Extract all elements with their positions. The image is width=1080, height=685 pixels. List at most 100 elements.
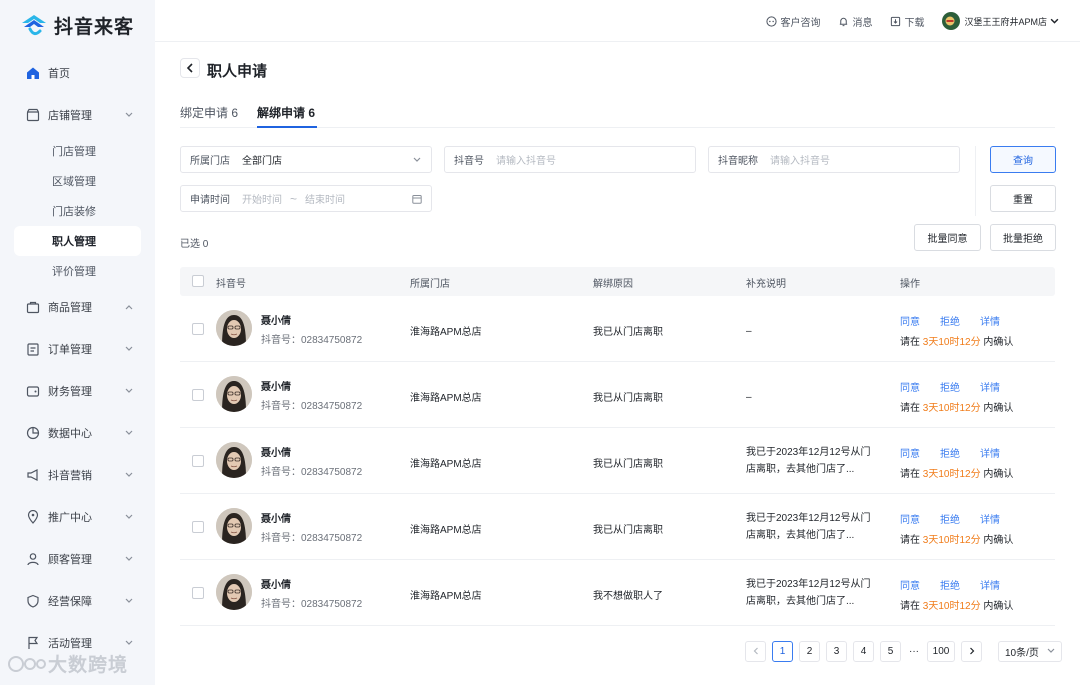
page-2-button[interactable]: 2 (799, 640, 820, 662)
chevron-down-icon (125, 109, 133, 121)
tab-bind-requests[interactable]: 绑定申请 6 (180, 104, 238, 121)
deadline-suffix: 内确认 (983, 535, 1014, 546)
nav-protection[interactable]: 经营保障 (14, 580, 141, 622)
nav-sub-store[interactable]: 门店管理 (14, 136, 141, 166)
nav-goods[interactable]: 商品管理 (14, 286, 141, 328)
detail-link[interactable]: 详情 (980, 317, 1000, 328)
nav-goods-label: 商品管理 (48, 302, 92, 314)
prev-page-button[interactable] (745, 640, 766, 662)
agree-link[interactable]: 同意 (900, 317, 920, 328)
detail-link[interactable]: 详情 (980, 449, 1000, 460)
reject-link[interactable]: 拒绝 (940, 449, 960, 460)
nickname-field[interactable]: 抖音昵称 请输入抖音号 (708, 146, 960, 173)
nav-sub-decor[interactable]: 门店装修 (14, 196, 141, 226)
nav-promotion[interactable]: 推广中心 (14, 496, 141, 538)
nav-customers-label: 顾客管理 (48, 554, 92, 566)
user-name: 聂小倩 (261, 382, 291, 393)
deadline-prefix: 请在 (900, 469, 920, 480)
topbar: 客户咨询 消息 下载 汉堡王王府井APM店 (155, 0, 1080, 42)
detail-link[interactable]: 详情 (980, 383, 1000, 394)
date-end-input[interactable]: 结束时间 (305, 191, 345, 206)
store-select-label: 所属门店 (190, 156, 230, 167)
nav-finance[interactable]: 财务管理 (14, 370, 141, 412)
nav-sub-staff[interactable]: 职人管理 (14, 226, 141, 256)
row-checkbox[interactable] (192, 323, 204, 335)
deadline-suffix: 内确认 (983, 601, 1014, 612)
page-4-button[interactable]: 4 (853, 640, 874, 662)
reject-link[interactable]: 拒绝 (940, 515, 960, 526)
agree-link[interactable]: 同意 (900, 383, 920, 394)
reset-button[interactable]: 重置 (990, 185, 1056, 212)
row-checkbox[interactable] (192, 455, 204, 467)
agree-link[interactable]: 同意 (900, 449, 920, 460)
row-checkbox[interactable] (192, 587, 204, 599)
tab-unbind-requests[interactable]: 解绑申请 6 (257, 104, 315, 121)
customer-service-button[interactable]: 客户咨询 (766, 14, 820, 29)
page-3-button[interactable]: 3 (826, 640, 847, 662)
deadline-suffix: 内确认 (983, 403, 1014, 414)
col-store: 所属门店 (410, 279, 450, 290)
reject-link[interactable]: 拒绝 (940, 383, 960, 394)
nav-sub-review[interactable]: 评价管理 (14, 256, 141, 286)
back-button[interactable] (180, 58, 200, 78)
avatar (216, 376, 252, 412)
nav-customers[interactable]: 顾客管理 (14, 538, 141, 580)
nav-orders[interactable]: 订单管理 (14, 328, 141, 370)
deadline-prefix: 请在 (900, 535, 920, 546)
messages-button[interactable]: 消息 (838, 14, 872, 29)
deadline-time: 3天10时12分 (922, 403, 981, 414)
filter-divider (975, 146, 976, 216)
date-range-picker[interactable]: 申请时间 开始时间 ~ 结束时间 (180, 185, 432, 212)
store-switcher[interactable]: 汉堡王王府井APM店 (942, 12, 1062, 30)
nav-store-mgmt[interactable]: 店铺管理 (14, 94, 141, 136)
chevron-up-icon (125, 301, 133, 313)
agree-link[interactable]: 同意 (900, 515, 920, 526)
query-button[interactable]: 查询 (990, 146, 1056, 173)
agree-link[interactable]: 同意 (900, 581, 920, 592)
store-icon (26, 108, 40, 122)
chevron-down-icon (1050, 18, 1059, 24)
batch-reject-button[interactable]: 批量拒绝 (990, 224, 1056, 251)
page-last-button[interactable]: 100 (927, 640, 955, 662)
nav-data[interactable]: 数据中心 (14, 412, 141, 454)
douyin-id-input[interactable]: 请输入抖音号 (496, 152, 556, 167)
user-douyin-id: 抖音号：02834750872 (261, 401, 363, 412)
nav-home[interactable]: 首页 (14, 52, 141, 94)
douyin-id-field[interactable]: 抖音号 请输入抖音号 (444, 146, 696, 173)
deadline-time: 3天10时12分 (922, 601, 981, 612)
brand-logo[interactable]: 抖音来客 (18, 10, 134, 40)
nickname-input[interactable]: 请输入抖音号 (770, 152, 830, 167)
col-note: 补充说明 (746, 279, 786, 290)
chevron-down-icon (413, 157, 421, 162)
page-1-button[interactable]: 1 (772, 640, 793, 662)
page-5-button[interactable]: 5 (880, 640, 901, 662)
calendar-icon (412, 195, 422, 204)
nav-marketing[interactable]: 抖音营销 (14, 454, 141, 496)
bell-icon (840, 17, 848, 26)
table-row: 聂小倩 抖音号：02834750872 淮海路APM总店 我已从门店离职 – 同意 拒绝 详情… (180, 362, 1055, 428)
select-all-checkbox[interactable] (192, 275, 204, 287)
date-start-input[interactable]: 开始时间 (242, 191, 282, 206)
detail-link[interactable]: 详情 (980, 515, 1000, 526)
download-button[interactable]: 下载 (890, 14, 924, 29)
chevron-down-icon (125, 553, 133, 565)
row-checkbox[interactable] (192, 521, 204, 533)
row-checkbox[interactable] (192, 389, 204, 401)
page-size-select[interactable]: 10条/页 (998, 640, 1062, 662)
batch-agree-button[interactable]: 批量同意 (914, 224, 981, 251)
chevron-left-icon (186, 63, 193, 73)
store-select[interactable]: 所属门店 全部门店 (180, 146, 432, 173)
avatar (216, 574, 252, 610)
reject-link[interactable]: 拒绝 (940, 317, 960, 328)
reject-link[interactable]: 拒绝 (940, 581, 960, 592)
nav-sub-region[interactable]: 区域管理 (14, 166, 141, 196)
brand-logo-icon (18, 11, 50, 39)
user-name: 聂小倩 (261, 316, 291, 327)
detail-link[interactable]: 详情 (980, 581, 1000, 592)
row-store: 淮海路APM总店 (410, 525, 482, 536)
avatar (216, 442, 252, 478)
row-store: 淮海路APM总店 (410, 591, 482, 602)
location-icon (26, 510, 40, 524)
next-page-button[interactable] (961, 640, 982, 662)
row-store: 淮海路APM总店 (410, 393, 482, 404)
